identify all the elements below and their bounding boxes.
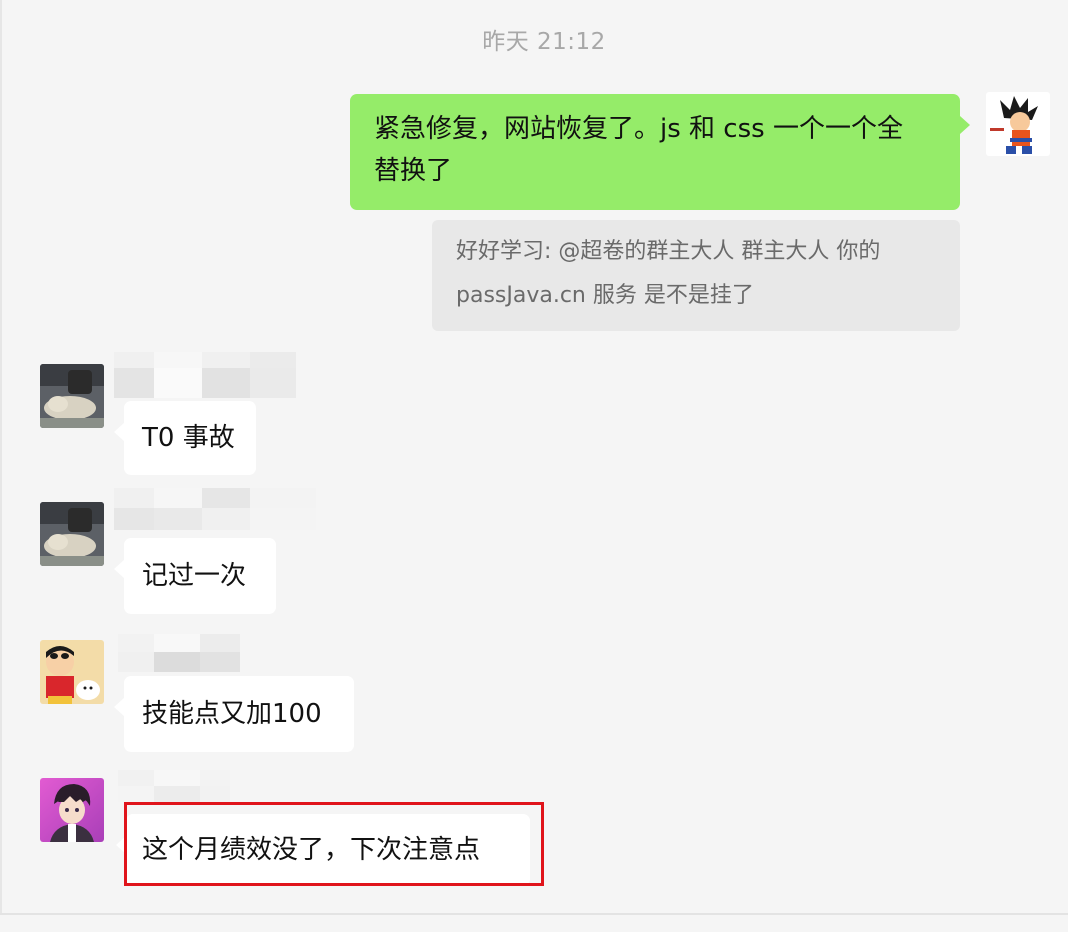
message-text: T0 事故 [142,423,235,453]
sender-name-blurred [118,634,240,672]
self-message-line: 紧急修复，网站恢复了。js 和 css 一个一个全 [374,114,903,144]
message-bubble[interactable]: T0 事故 [114,401,256,475]
person-photo-avatar-icon[interactable] [40,502,104,566]
message-bubble[interactable]: 技能点又加100 [114,676,354,752]
person-photo-avatar-icon[interactable] [40,364,104,428]
message-text: 记过一次 [142,561,247,591]
message-text: 技能点又加100 [142,699,322,729]
sender-name-blurred [114,352,296,398]
quote-line: 好好学习: @超卷的群主大人 群主大人 你的 [456,239,881,264]
self-message-bubble[interactable]: 紧急修复，网站恢复了。js 和 css 一个一个全 替换了 [350,94,970,210]
sender-name-blurred [118,770,230,802]
highlight-box [124,802,544,886]
input-area[interactable] [0,915,1068,932]
quoted-message[interactable]: 好好学习: @超卷的群主大人 群主大人 你的 passJava.cn 服务 是不… [432,220,960,331]
crayon-shinchan-avatar-icon[interactable] [40,640,104,704]
window-left-border [0,0,2,932]
quote-line: passJava.cn 服务 是不是挂了 [456,283,754,308]
chat-timestamp: 昨天 21:12 [482,29,606,55]
message-bubble[interactable]: 记过一次 [114,538,276,614]
sender-name-blurred [114,488,316,530]
anime-boy-avatar-icon[interactable] [40,778,104,842]
self-message-line: 替换了 [374,156,453,186]
goku-avatar-icon[interactable] [986,92,1050,156]
